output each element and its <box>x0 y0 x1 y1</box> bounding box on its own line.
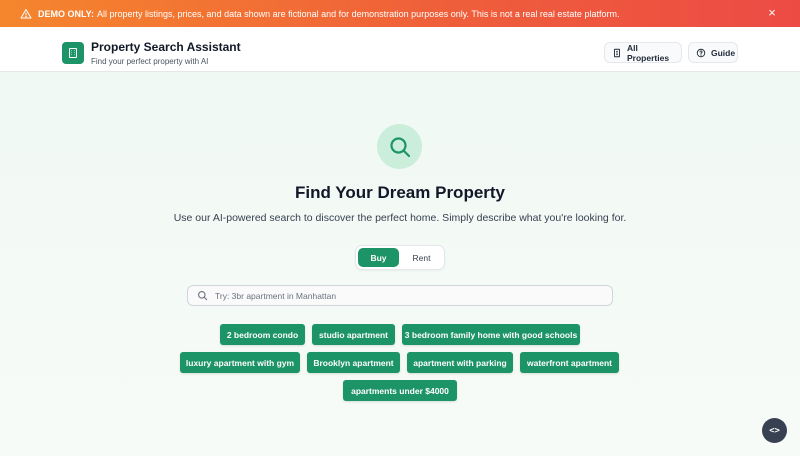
app-header: Property Search Assistant Find your perf… <box>0 27 800 72</box>
help-circle-icon <box>696 48 706 58</box>
guide-label: Guide <box>711 47 736 58</box>
app-subtitle: Find your perfect property with AI <box>91 57 209 66</box>
building-icon <box>62 42 84 64</box>
search-icon <box>377 124 422 169</box>
banner-label: DEMO ONLY: <box>38 8 95 19</box>
search-input[interactable] <box>215 290 612 301</box>
demo-banner: DEMO ONLY: All property listings, prices… <box>0 0 800 27</box>
all-properties-button[interactable]: All Properties <box>604 42 682 63</box>
suggestion-chip[interactable]: 3 bedroom family home with good schools <box>402 324 580 345</box>
all-properties-label: All Properties <box>627 42 670 63</box>
hero-title: Find Your Dream Property <box>294 183 506 202</box>
suggestion-chip[interactable]: apartment with parking <box>407 352 513 373</box>
code-icon[interactable]: <> <box>762 418 787 443</box>
warning-icon <box>20 8 32 20</box>
app-title: Property Search Assistant <box>91 40 241 54</box>
suggestion-chip[interactable]: luxury apartment with gym <box>180 352 300 373</box>
buy-tab[interactable]: Buy <box>358 248 399 267</box>
building-icon <box>612 48 622 58</box>
suggestion-chip[interactable]: 2 bedroom condo <box>220 324 305 345</box>
buy-rent-toggle: Buy Rent <box>355 245 445 270</box>
suggestion-chip[interactable]: studio apartment <box>312 324 395 345</box>
suggestion-chip[interactable]: apartments under $4000 <box>343 380 457 401</box>
search-bar <box>187 285 613 306</box>
close-icon[interactable]: × <box>766 6 778 19</box>
suggestion-chip[interactable]: Brooklyn apartment <box>307 352 400 373</box>
hero-subtitle: Use our AI-powered search to discover th… <box>173 212 627 224</box>
guide-button[interactable]: Guide <box>688 42 738 63</box>
suggestion-chip[interactable]: waterfront apartment <box>520 352 619 373</box>
banner-message: All property listings, prices, and data … <box>97 8 620 19</box>
rent-tab[interactable]: Rent <box>400 248 443 267</box>
search-icon <box>197 290 208 301</box>
